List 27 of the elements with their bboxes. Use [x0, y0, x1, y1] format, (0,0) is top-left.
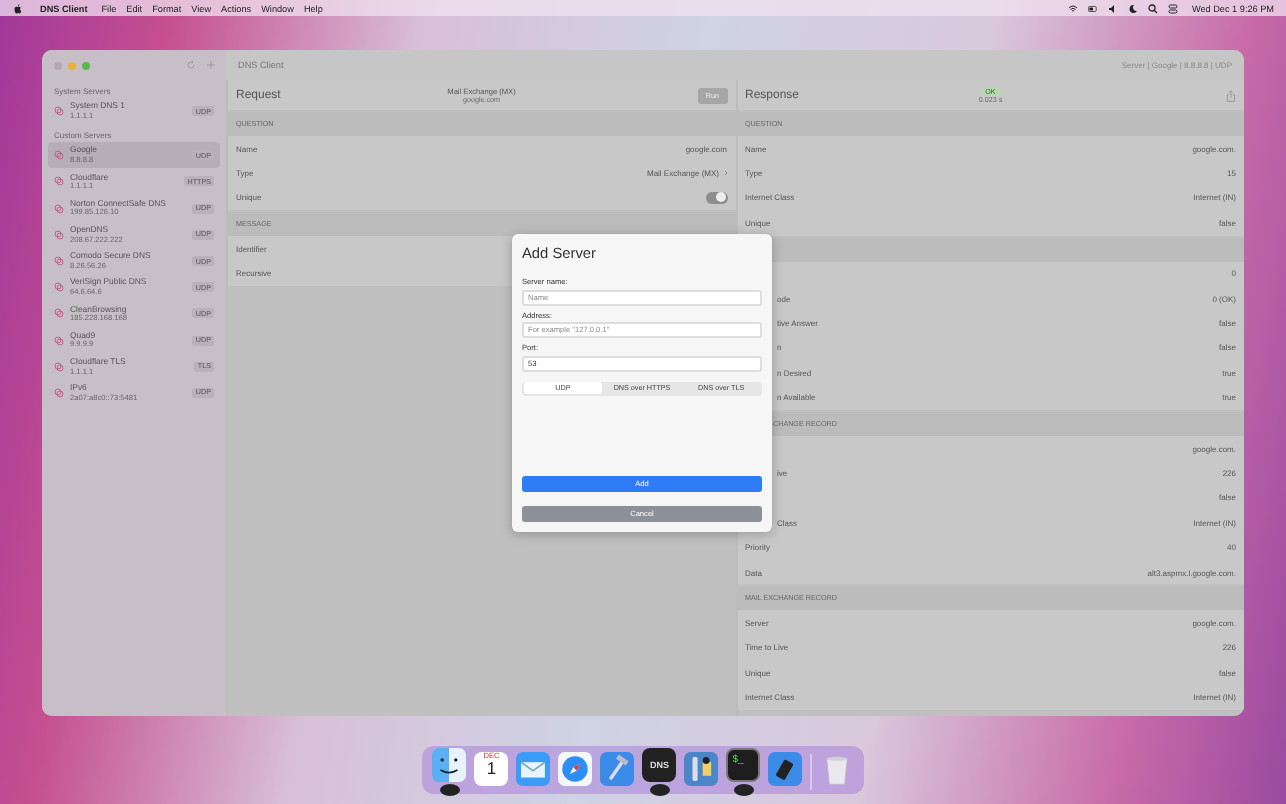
- apple-icon[interactable]: [14, 3, 22, 13]
- unique-toggle[interactable]: [705, 191, 727, 204]
- tools-icon[interactable]: [684, 752, 719, 786]
- server-icon: [54, 203, 64, 214]
- server-icon: [54, 256, 64, 267]
- finder-icon[interactable]: [432, 748, 467, 782]
- server-icon: [54, 361, 64, 372]
- server-icon: [54, 176, 64, 187]
- server-icon: [54, 150, 64, 161]
- moon-icon[interactable]: [1127, 3, 1138, 13]
- wifi-icon[interactable]: [1067, 3, 1078, 13]
- volume-icon[interactable]: [1107, 3, 1118, 13]
- server-icon: [54, 106, 64, 117]
- control-center-icon[interactable]: [1167, 3, 1178, 13]
- refresh-icon[interactable]: [186, 60, 196, 70]
- envelope-icon[interactable]: [516, 752, 551, 786]
- server-icon: [54, 308, 64, 319]
- server-icon: [54, 335, 64, 346]
- compass-icon[interactable]: [558, 752, 593, 786]
- app-icon[interactable]: [768, 752, 803, 786]
- server-icon: [54, 387, 64, 398]
- server-icon: [54, 282, 64, 293]
- battery-icon[interactable]: [1087, 3, 1098, 13]
- server-icon: [54, 229, 64, 240]
- share-icon[interactable]: [1226, 89, 1236, 101]
- hammer-icon[interactable]: [600, 752, 635, 786]
- search-icon[interactable]: [1147, 3, 1158, 13]
